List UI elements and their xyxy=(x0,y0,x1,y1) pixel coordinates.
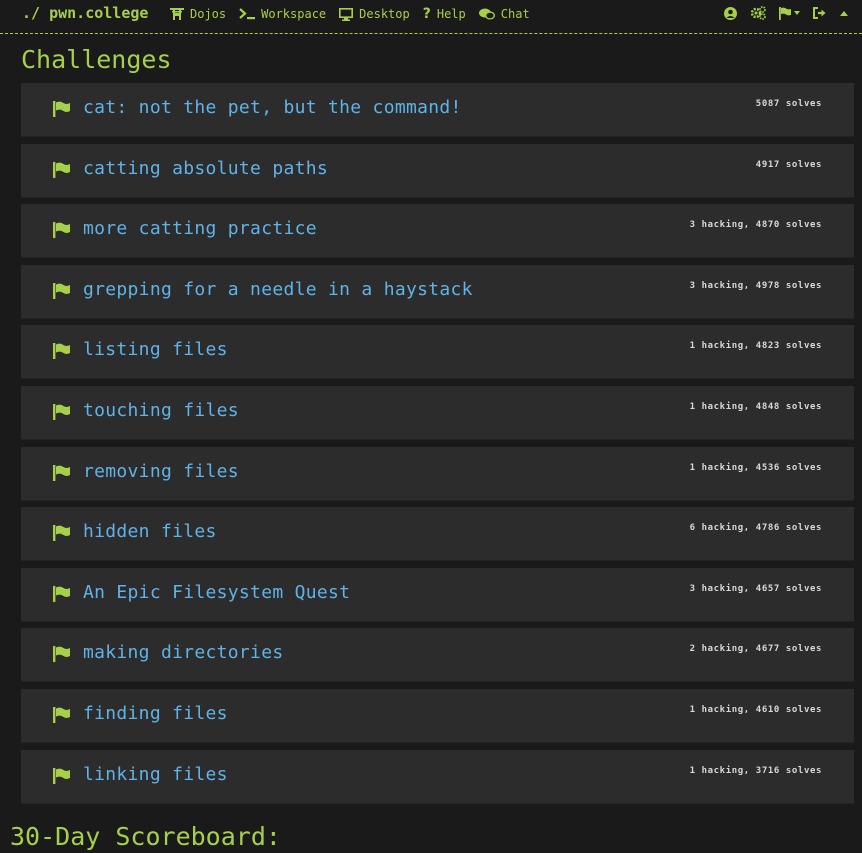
challenge-stats: 3 hacking, 4657 solves xyxy=(689,584,822,594)
challenge-stats: 1 hacking, 4536 solves xyxy=(689,463,822,473)
flag-icon xyxy=(53,707,71,727)
flag-icon xyxy=(53,465,71,485)
flag-icon xyxy=(53,162,71,182)
challenge-name: catting absolute paths xyxy=(83,158,329,179)
challenge-stats: 3 hacking, 4870 solves xyxy=(689,220,822,230)
nav-item-workspace[interactable]: Workspace xyxy=(239,7,326,21)
challenge-stats: 3 hacking, 4978 solves xyxy=(689,281,822,291)
challenge-name: An Epic Filesystem Quest xyxy=(83,582,351,603)
navbar: ./ pwn.college Dojos Workspace Desktop ?… xyxy=(0,0,862,34)
flag-icon xyxy=(53,646,71,666)
dojo-icon xyxy=(170,8,184,20)
nav-item-label: Dojos xyxy=(190,7,227,21)
challenge-stats: 4917 solves xyxy=(755,160,822,170)
challenge-row[interactable]: making directories 2 hacking, 4677 solves xyxy=(21,628,854,682)
flag-icon xyxy=(53,586,71,606)
question-icon: ? xyxy=(422,6,431,22)
challenge-name: making directories xyxy=(83,642,284,663)
flag-icon xyxy=(53,283,71,303)
challenge-name: hidden files xyxy=(83,521,217,542)
nav-item-label: Chat xyxy=(500,7,530,21)
challenge-row[interactable]: listing files 1 hacking, 4823 solves xyxy=(21,325,854,379)
challenge-row[interactable]: removing files 1 hacking, 4536 solves xyxy=(21,447,854,501)
flag-icon xyxy=(53,525,71,545)
challenge-stats: 1 hacking, 3716 solves xyxy=(689,766,822,776)
challenge-stats: 6 hacking, 4786 solves xyxy=(689,523,822,533)
caret-up-icon[interactable] xyxy=(840,10,848,16)
flag-icon xyxy=(53,101,71,121)
sign-out-icon[interactable] xyxy=(813,7,827,19)
nav-item-label: Desktop xyxy=(359,7,410,21)
challenge-name: listing files xyxy=(83,339,228,360)
challenge-row[interactable]: linking files 1 hacking, 3716 solves xyxy=(21,750,854,804)
nav-right-menu xyxy=(711,6,848,20)
challenge-row[interactable]: catting absolute paths 4917 solves xyxy=(21,144,854,198)
challenge-name: removing files xyxy=(83,461,239,482)
challenge-stats: 1 hacking, 4823 solves xyxy=(689,341,822,351)
challenge-row[interactable]: finding files 1 hacking, 4610 solves xyxy=(21,689,854,743)
challenge-stats: 5087 solves xyxy=(755,99,822,109)
nav-item-chat[interactable]: Chat xyxy=(478,7,530,21)
flag-icon xyxy=(53,404,71,424)
challenge-row[interactable]: touching files 1 hacking, 4848 solves xyxy=(21,386,854,440)
challenge-name: finding files xyxy=(83,703,228,724)
chat-icon xyxy=(478,8,495,20)
challenge-stats: 1 hacking, 4610 solves xyxy=(689,705,822,715)
flag-icon xyxy=(53,222,71,242)
nav-item-dojos[interactable]: Dojos xyxy=(170,7,226,21)
challenge-name: more catting practice xyxy=(83,218,317,239)
page-title: Challenges xyxy=(21,45,172,74)
challenge-row[interactable]: hidden files 6 hacking, 4786 solves xyxy=(21,507,854,561)
challenge-row[interactable]: cat: not the pet, but the command! 5087 s… xyxy=(21,83,854,137)
brand-link[interactable]: ./ pwn.college xyxy=(22,4,148,22)
nav-item-label: Workspace xyxy=(261,7,327,21)
flag-dropdown-icon[interactable] xyxy=(779,6,800,20)
cogs-icon[interactable] xyxy=(750,6,766,20)
challenge-name: linking files xyxy=(83,764,228,785)
monitor-icon xyxy=(339,7,354,21)
challenge-name: grepping for a needle in a haystack xyxy=(83,279,473,300)
challenge-stats: 2 hacking, 4677 solves xyxy=(689,644,822,654)
challenge-row[interactable]: grepping for a needle in a haystack 3 hac… xyxy=(21,265,854,319)
nav-item-help[interactable]: ? Help xyxy=(423,6,466,22)
challenge-stats: 1 hacking, 4848 solves xyxy=(689,402,822,412)
challenge-row[interactable]: An Epic Filesystem Quest 3 hacking, 4657 … xyxy=(21,568,854,622)
challenge-name: touching files xyxy=(83,400,239,421)
challenge-name: cat: not the pet, but the command! xyxy=(83,97,462,118)
challenge-row[interactable]: more catting practice 3 hacking, 4870 sol… xyxy=(21,204,854,258)
flag-icon xyxy=(53,768,71,788)
user-circle-icon[interactable] xyxy=(724,6,737,20)
terminal-icon xyxy=(239,8,256,20)
nav-item-desktop[interactable]: Desktop xyxy=(339,7,410,21)
nav-item-label: Help xyxy=(436,7,466,21)
flag-icon xyxy=(53,343,71,363)
scoreboard-title: 30-Day Scoreboard: xyxy=(10,822,281,851)
nav-menu: Dojos Workspace Desktop ? Help Chat xyxy=(170,6,543,22)
